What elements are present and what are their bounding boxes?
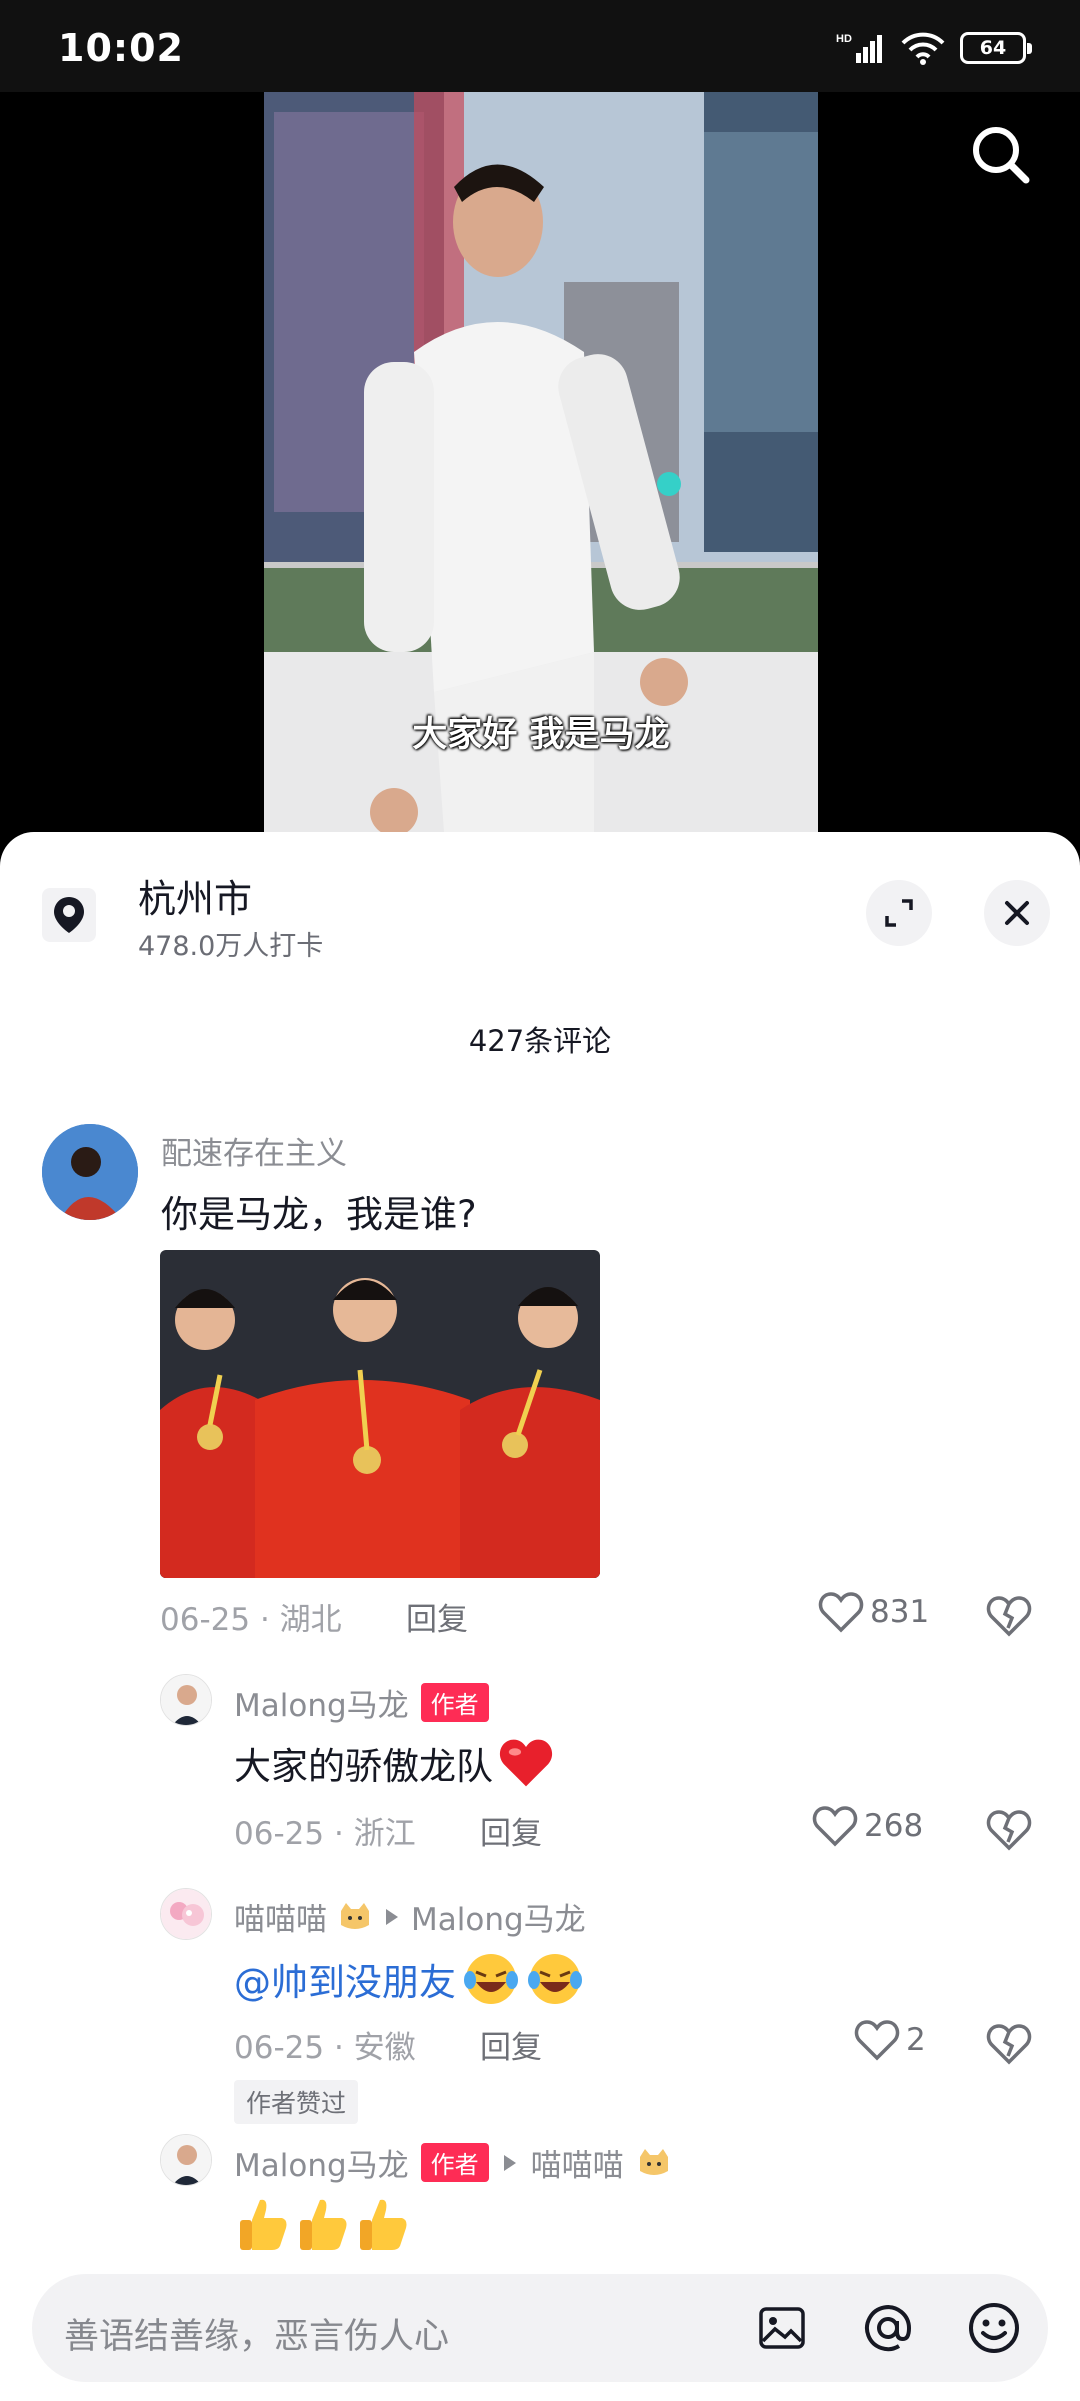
status-bar: 10:02 HD 64 bbox=[0, 0, 1080, 92]
expand-icon bbox=[885, 899, 913, 927]
heart-outline-icon bbox=[812, 1806, 858, 1847]
image-icon bbox=[759, 2307, 805, 2349]
reply-region: 浙江 bbox=[353, 1816, 416, 1852]
expand-button[interactable] bbox=[866, 880, 932, 946]
like-count: 268 bbox=[864, 1808, 924, 1844]
reply-to-username[interactable]: Malong马龙 bbox=[411, 1894, 586, 1939]
status-time: 10:02 bbox=[58, 26, 184, 70]
comment-meta: 06-25 · 湖北 bbox=[160, 1594, 342, 1639]
comment-text: 你是马龙，我是谁? bbox=[161, 1193, 477, 1236]
reply-text: @帅到没朋友 bbox=[234, 1950, 584, 2008]
video-player[interactable]: 大家好 我是马龙 bbox=[0, 92, 1080, 832]
emoji-button[interactable] bbox=[964, 2298, 1024, 2358]
mention-link[interactable]: @帅到没朋友 bbox=[234, 1952, 456, 2006]
reply-username[interactable]: 喵喵喵 bbox=[234, 1894, 327, 1939]
avatar[interactable] bbox=[42, 1124, 138, 1220]
reply-date: 06-25 bbox=[234, 2030, 325, 2066]
location-city: 杭州市 bbox=[138, 877, 253, 921]
laughing-crying-emoji-icon bbox=[464, 1954, 518, 2004]
image-button[interactable] bbox=[752, 2298, 812, 2358]
search-icon bbox=[973, 127, 1030, 184]
reply-arrow-icon bbox=[386, 1908, 398, 1925]
thumbs-up-emoji-icon bbox=[360, 2199, 407, 2250]
comment-region: 湖北 bbox=[279, 1602, 342, 1638]
like-button[interactable]: 831 bbox=[818, 1590, 929, 1634]
heart-outline-icon bbox=[818, 1592, 864, 1633]
heart-outline-icon bbox=[854, 2020, 900, 2061]
mention-button[interactable] bbox=[858, 2298, 918, 2358]
avatar[interactable] bbox=[160, 1888, 212, 1940]
signal-icon: HD bbox=[836, 33, 882, 63]
comment-input-placeholder[interactable]: 善语结善缘，恶言伤人心 bbox=[64, 2308, 449, 2359]
like-button[interactable]: 268 bbox=[812, 1804, 923, 1848]
status-icons: HD 64 bbox=[836, 30, 1032, 66]
reply-meta: 06-25 · 安徽 bbox=[234, 2022, 416, 2067]
reply-header: Malong马龙 作者 bbox=[234, 1680, 489, 1725]
reply-header: 喵喵喵 Malong马龙 bbox=[234, 1894, 586, 1939]
broken-heart-icon[interactable] bbox=[986, 2022, 1032, 2066]
author-liked-tag: 作者赞过 bbox=[234, 2080, 359, 2124]
like-count: 2 bbox=[906, 2022, 926, 2058]
cat-emoji-icon bbox=[341, 1902, 369, 1929]
cat-emoji-icon bbox=[639, 2148, 668, 2175]
meta-separator: · bbox=[250, 1602, 280, 1638]
reply-button[interactable]: 回复 bbox=[406, 1594, 468, 1639]
video-subtitle: 大家好 我是马龙 bbox=[412, 715, 670, 755]
reply-date: 06-25 bbox=[234, 1816, 325, 1852]
reply-button[interactable]: 回复 bbox=[480, 1808, 542, 1853]
meta-separator: · bbox=[324, 1816, 354, 1852]
battery-icon: 64 bbox=[960, 32, 1032, 64]
like-count: 831 bbox=[870, 1594, 930, 1630]
at-icon bbox=[865, 2305, 912, 2352]
reply-username[interactable]: Malong马龙 bbox=[234, 2140, 409, 2185]
reply-text: 大家的骄傲龙队 bbox=[234, 1736, 555, 1790]
battery-level: 64 bbox=[979, 37, 1007, 59]
comment-image[interactable] bbox=[160, 1250, 600, 1578]
reply-text bbox=[234, 2194, 412, 2254]
reply-button[interactable]: 回复 bbox=[480, 2022, 542, 2067]
emoji-icon bbox=[969, 2303, 1019, 2353]
avatar[interactable] bbox=[160, 1674, 212, 1726]
reply-username[interactable]: Malong马龙 bbox=[234, 1680, 409, 1725]
search-button[interactable] bbox=[966, 120, 1036, 190]
comment-input-bar[interactable]: 善语结善缘，恶言伤人心 bbox=[32, 2274, 1048, 2382]
reply-arrow-icon bbox=[503, 2154, 516, 2171]
reply-meta: 06-25 · 浙江 bbox=[234, 1808, 416, 1853]
location-row[interactable]: 杭州市 478.0万人打卡 bbox=[0, 832, 1080, 972]
red-heart-emoji-icon bbox=[499, 1739, 553, 1787]
broken-heart-icon[interactable] bbox=[986, 1594, 1032, 1638]
reply-region: 安徽 bbox=[353, 2030, 416, 2066]
video-frame[interactable]: 大家好 我是马龙 bbox=[264, 92, 818, 832]
close-button[interactable] bbox=[984, 880, 1050, 946]
reply-to-username[interactable]: 喵喵喵 bbox=[531, 2140, 624, 2185]
avatar[interactable] bbox=[160, 2134, 212, 2186]
broken-heart-icon[interactable] bbox=[986, 1808, 1032, 1852]
thumbs-up-emoji-icon bbox=[240, 2199, 287, 2250]
network-label: HD bbox=[836, 33, 852, 45]
reply-text-content: 大家的骄傲龙队 bbox=[234, 1745, 493, 1788]
meta-separator: · bbox=[324, 2030, 354, 2066]
location-pin-icon bbox=[42, 888, 96, 942]
comment-count: 427条评论 bbox=[468, 1024, 612, 1058]
like-button[interactable]: 2 bbox=[854, 2018, 926, 2062]
wifi-icon bbox=[901, 32, 945, 65]
reply-header: Malong马龙 作者 喵喵喵 bbox=[234, 2140, 672, 2185]
author-badge: 作者 bbox=[420, 2143, 489, 2182]
comment-username[interactable]: 配速存在主义 bbox=[161, 1128, 347, 1173]
close-icon bbox=[1005, 901, 1029, 925]
thumbs-up-emoji-icon bbox=[300, 2199, 347, 2250]
comment-date: 06-25 bbox=[160, 1602, 251, 1638]
author-badge: 作者 bbox=[420, 1683, 489, 1722]
location-checkins: 478.0万人打卡 bbox=[138, 931, 324, 962]
laughing-crying-emoji-icon bbox=[528, 1954, 582, 2004]
